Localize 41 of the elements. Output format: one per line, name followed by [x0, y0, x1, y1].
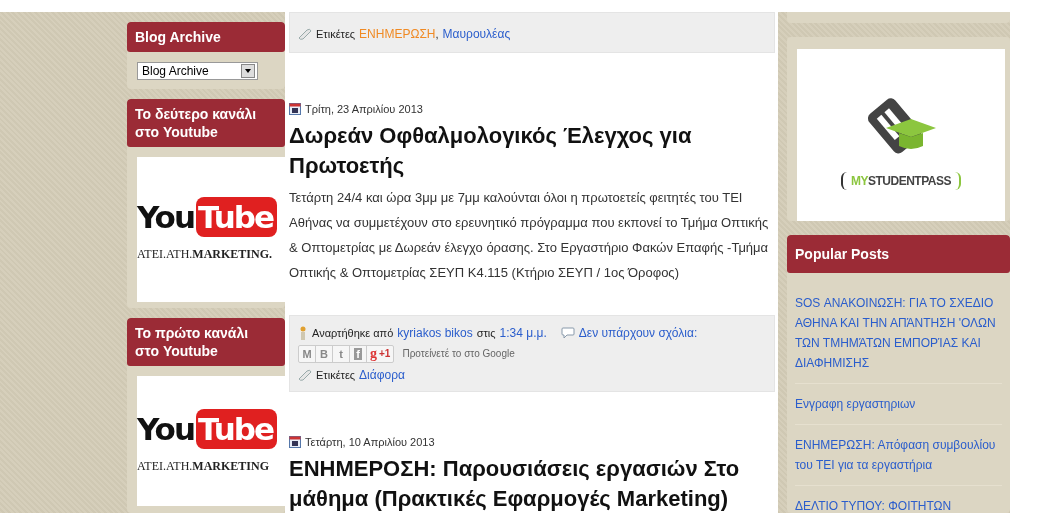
popular-post-link[interactable]: ΕΝΗΜΕΡΩΣΗ: Απόφαση συμβουλίου του ΤΕΙ για τα εργαστήρια [795, 435, 1002, 487]
post-body: Τετάρτη 24/4 και ώρα 3μμ με 7μμ καλούνται όλοι η πρωτοετείς φειτητές του ΤΕΙ Αθήνας να συμμετέχουν στο ερευνητικό πρόγραμμα που εκπονεί το Τμήμα Οπτικής & Οπτομετρίας με Δωρεάν έλεγχο όρασης. Στο Εργαστήριο Φακών Επαφής -Τμήμα Οπτικής & Οπτομετρίας ΣΕΥΠ Κ4.115 (Κτήριο ΣΕΥΠ / 1ος Όροφος) [289, 189, 770, 282]
logo-text: You [137, 197, 194, 237]
widget-title: Popular Posts [787, 235, 1010, 274]
widget-title: Το πρώτο κανάλι στο Youtube [127, 318, 285, 367]
logo-badge: Tube [195, 408, 277, 449]
logo-badge: Tube [195, 196, 277, 237]
popular-post-link[interactable]: ΔΕΛΤΙΟ ΤΥΠΟΥ: ΦΟΙΤΗΤΩΝ [795, 496, 1002, 513]
at-label: στις [476, 326, 496, 339]
popular-post-link[interactable]: SOS ΑΝΑΚΟΙΝΩΣΗ: ΓΙΑ ΤΟ ΣΧΕΔΙΟ ΑΘΗΝΑ ΚΑΙ ΤΗΝ ΑΠΆΝΤΗΣΗ 'ΟΛΩΝ ΤΩΝ ΤΜΗΜΆΤΩΝ ΕΜΠΟΡΊΑΣ ΚΑΙ ΔΙΑΦΗΜΙΣΗΣ [795, 293, 1002, 385]
author-link[interactable]: kyriakos bikos [397, 325, 473, 340]
labels-label: Ετικέτες [316, 27, 356, 40]
widget-title: Blog Archive [127, 22, 285, 52]
calendar-icon [289, 436, 301, 448]
posted-by-label: Αναρτήθηκε από [312, 326, 394, 339]
label-link[interactable]: Μαυρουλέας [442, 26, 511, 41]
comments-link[interactable]: Δεν υπάρχουν σχόλια: [578, 325, 698, 340]
brand-name: MYSTUDENTPASS [841, 172, 961, 191]
archive-dropdown[interactable]: Blog Archive [137, 62, 258, 80]
share-button[interactable]: M [299, 345, 316, 362]
popular-post-link[interactable]: Ενγραφη εργαστηριων [795, 394, 1002, 426]
logo-caption: ATEI.ATH.MARKETING. [137, 246, 272, 262]
label-link[interactable]: Διάφορα [359, 367, 405, 382]
post-title[interactable]: Δωρεάν Οφθαλμολογικός Έλεγχος για Πρωτοετής [289, 121, 759, 181]
labels-label: Ετικέτες [316, 368, 356, 381]
post-title[interactable]: ΕΝΗΜΕΡΟΣΗ: Παρουσιάσεις εργασιών Στο μάθημα (Πρακτικές Εφαρμογές Marketing) [289, 454, 759, 513]
calendar-icon [289, 103, 301, 115]
post-date: Τρίτη, 23 Απριλίου 2013 [305, 103, 423, 115]
recommend-text: Προτείνετέ το στο Google [402, 348, 515, 359]
share-button[interactable]: B [316, 345, 333, 362]
time-link[interactable]: 1:34 μ.μ. [499, 325, 547, 340]
share-button[interactable]: t [333, 345, 350, 362]
widget-title: Το δεύτερο κανάλι στο Youtube [127, 98, 285, 147]
share-button[interactable]: g+1 [367, 345, 394, 362]
label-separator: , [435, 27, 439, 40]
comment-icon [560, 326, 575, 339]
post-date: Τετάρτη, 10 Απριλίου 2013 [305, 436, 435, 448]
share-button[interactable]: f [350, 345, 367, 362]
person-icon [298, 325, 308, 340]
logo-text: You [137, 409, 194, 449]
logo-caption: ATEI.ATH.MARKETING [137, 458, 269, 474]
